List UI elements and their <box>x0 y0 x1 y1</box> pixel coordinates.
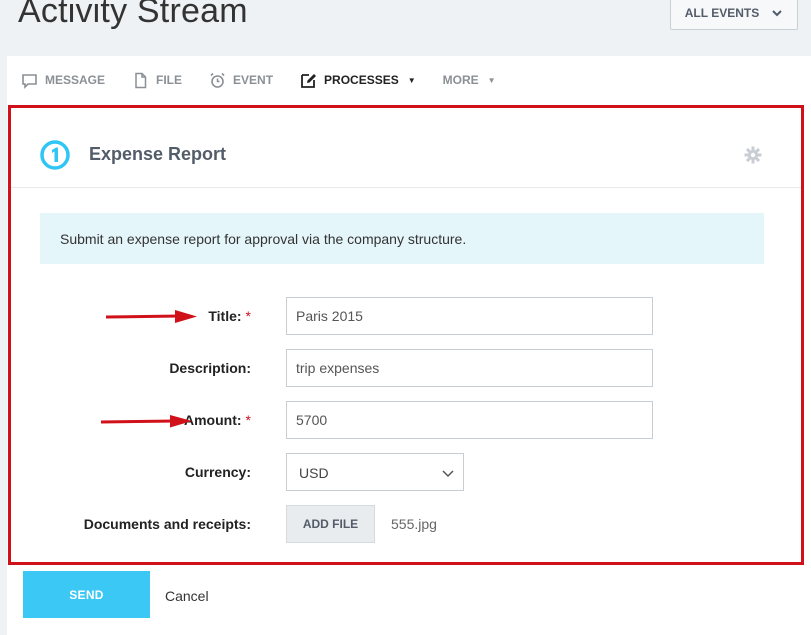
post-type-toolbar: MESSAGE FILE EVENT PROCESSES ▼ MORE ▼ <box>7 56 811 104</box>
expense-report-form: Expense Report Submit an expense report … <box>8 105 804 565</box>
required-marker: * <box>245 308 251 324</box>
documents-row: Documents and receipts: ADD FILE 555.jpg <box>11 505 801 543</box>
tab-file[interactable]: FILE <box>132 72 182 89</box>
file-icon <box>135 72 147 88</box>
documents-label: Documents and receipts: <box>83 516 251 532</box>
send-button[interactable]: SEND <box>23 571 150 618</box>
tab-processes-label: PROCESSES <box>324 73 399 87</box>
annotation-arrow-icon <box>105 310 197 323</box>
description-label: Description: <box>169 360 251 376</box>
title-input[interactable]: Paris 2015 <box>286 297 653 335</box>
currency-value: USD <box>299 465 329 481</box>
filter-label: ALL EVENTS <box>684 6 760 20</box>
tab-event[interactable]: EVENT <box>209 72 273 89</box>
annotation-arrow-icon <box>100 415 192 428</box>
currency-label: Currency: <box>184 464 251 480</box>
chat-bubble-icon <box>22 73 37 89</box>
form-description: Submit an expense report for approval vi… <box>40 213 764 264</box>
description-row: Description: trip expenses <box>11 349 801 387</box>
caret-down-icon: ▼ <box>487 75 496 85</box>
chevron-down-icon <box>772 10 782 17</box>
tab-event-label: EVENT <box>233 73 274 87</box>
tab-processes[interactable]: PROCESSES ▼ <box>300 72 416 89</box>
tab-more[interactable]: MORE ▼ <box>443 73 496 87</box>
currency-select[interactable]: USD <box>286 453 464 491</box>
caret-down-icon: ▼ <box>407 75 416 85</box>
gear-icon[interactable] <box>744 146 762 164</box>
required-marker: * <box>245 412 251 428</box>
chevron-down-icon <box>442 470 454 478</box>
tab-more-label: MORE <box>442 73 479 87</box>
cancel-link[interactable]: Cancel <box>165 588 209 604</box>
amount-input[interactable]: 5700 <box>286 401 653 439</box>
tab-message[interactable]: MESSAGE <box>21 72 105 89</box>
currency-row: Currency: USD <box>11 453 801 491</box>
edit-icon <box>301 73 317 88</box>
process-number-icon <box>40 140 70 170</box>
post-panel: MESSAGE FILE EVENT PROCESSES ▼ MORE ▼ Ex… <box>7 56 811 635</box>
page-title: Activity Stream <box>18 0 248 30</box>
add-file-button[interactable]: ADD FILE <box>286 505 375 543</box>
tab-file-label: FILE <box>156 73 183 87</box>
form-title: Expense Report <box>89 144 227 164</box>
attached-file-name[interactable]: 555.jpg <box>391 516 437 532</box>
form-header: Expense Report <box>11 108 801 188</box>
all-events-filter-button[interactable]: ALL EVENTS <box>670 0 798 30</box>
description-input[interactable]: trip expenses <box>286 349 653 387</box>
alarm-clock-icon <box>210 72 225 88</box>
tab-message-label: MESSAGE <box>45 73 106 87</box>
title-label: Title: * <box>208 308 251 324</box>
